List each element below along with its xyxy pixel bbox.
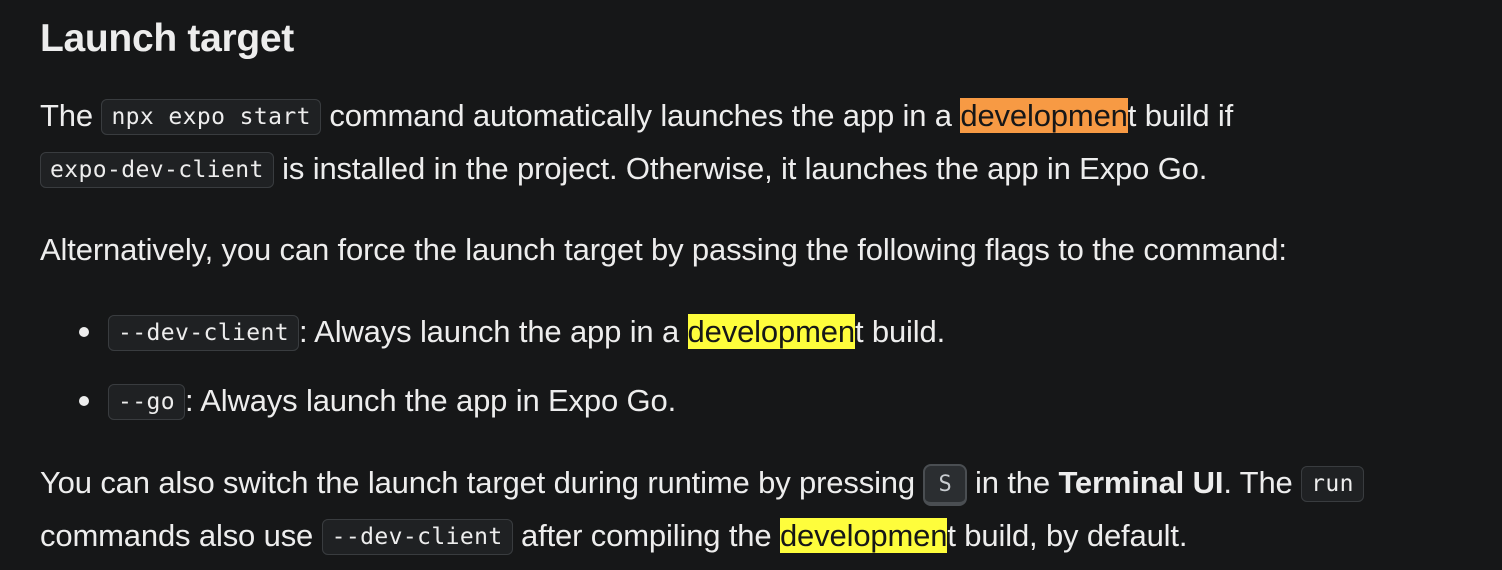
list-item: --go: Always launch the app in Expo Go. xyxy=(40,373,945,430)
bold-terminal-ui: Terminal UI xyxy=(1058,465,1224,500)
inline-code-dev-client: --dev-client xyxy=(108,315,299,351)
text: . The xyxy=(1223,465,1302,500)
docs-content: Launch target The npx expo start command… xyxy=(0,0,1502,570)
search-highlight-current: developmen xyxy=(960,98,1128,133)
bullet-icon xyxy=(79,327,89,337)
text: The xyxy=(40,98,102,133)
text: command automatically launches the app i… xyxy=(320,98,961,133)
list-item: --dev-client: Always launch the app in a… xyxy=(40,304,945,361)
paragraph-runtime-switch: You can also switch the launch target du… xyxy=(40,457,1480,563)
text: is installed in the project. Otherwise, … xyxy=(273,151,1208,186)
flags-list: --dev-client: Always launch the app in a… xyxy=(40,304,945,442)
text: t build, by default. xyxy=(947,518,1188,553)
text: after compiling the xyxy=(512,518,780,553)
section-heading[interactable]: Launch target xyxy=(40,14,294,64)
paragraph-launch-target: The npx expo start command automatically… xyxy=(40,90,1470,196)
inline-code-dev-client: --dev-client xyxy=(321,519,513,555)
inline-code-npx-expo-start: npx expo start xyxy=(101,99,321,135)
inline-code-run: run xyxy=(1301,466,1364,502)
search-highlight: developmen xyxy=(779,518,948,553)
bullet-icon xyxy=(79,396,89,406)
inline-code-expo-dev-client: expo-dev-client xyxy=(40,152,274,188)
text: t build if xyxy=(1127,98,1234,133)
inline-code-go: --go xyxy=(108,384,185,420)
paragraph-alternatively: Alternatively, you can force the launch … xyxy=(40,232,1287,267)
text: : Always launch the app in Expo Go. xyxy=(185,383,677,418)
text: t build. xyxy=(854,314,946,349)
keyboard-key-s: S xyxy=(923,464,967,506)
text: : Always launch the app in a xyxy=(298,314,688,349)
search-highlight: developmen xyxy=(687,314,855,349)
text: in the xyxy=(966,465,1059,500)
text: You can also switch the launch target du… xyxy=(40,465,924,500)
text: commands also use xyxy=(40,518,322,553)
